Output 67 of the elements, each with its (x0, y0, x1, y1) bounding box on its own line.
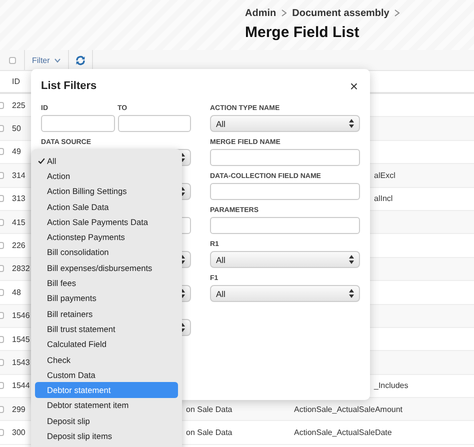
input-field[interactable] (118, 115, 191, 132)
table-cell: alExcl (374, 170, 396, 180)
column-header[interactable]: ID (12, 77, 20, 86)
breadcrumb-link[interactable]: Document assembly (292, 8, 390, 18)
close-button[interactable]: × (348, 79, 360, 93)
table-cell-text: 1544 (12, 381, 31, 390)
dropdown-option[interactable]: Actionstep Payments (35, 229, 178, 245)
refresh-icon (74, 54, 86, 66)
sort-arrows-icon (349, 255, 354, 264)
dropdown-option[interactable]: Action Billing Settings (35, 184, 178, 199)
input-field[interactable] (41, 115, 114, 132)
dropdown-option[interactable]: All (35, 153, 178, 168)
dropdown-option[interactable]: Custom Data (35, 367, 178, 382)
chevron-right-icon (394, 9, 400, 17)
dropdown-option[interactable]: Bill payments (35, 290, 178, 306)
select-field[interactable]: All (210, 115, 360, 132)
table-cell-text: 48 (12, 288, 22, 297)
dropdown-option[interactable]: Calculated Field (35, 336, 178, 352)
sort-arrows-icon (180, 255, 185, 264)
table-cell-text: 1546 (12, 311, 31, 320)
table-cell-text: 299 (12, 404, 26, 414)
select-field[interactable]: All (210, 251, 360, 268)
input-field[interactable] (210, 149, 360, 166)
sort-arrows-icon (349, 289, 354, 298)
dropdown-option[interactable]: Bill retainers (35, 306, 178, 322)
input-field[interactable] (210, 217, 360, 234)
sort-arrows-icon (349, 119, 354, 128)
dropdown-option[interactable]: Action Sale Data (35, 198, 178, 214)
dropdown-option[interactable]: Bill trust statement (35, 321, 178, 337)
dropdown-option[interactable]: Deposit slip (35, 413, 178, 428)
table-cell-text: 300 (12, 428, 26, 438)
table-cell: _Includes (374, 381, 408, 390)
table-cell-text: on Sale Data (186, 404, 234, 414)
input-field[interactable] (210, 183, 360, 200)
table-cell: alIncl (374, 194, 393, 204)
table-cell-text: 1545 (12, 334, 31, 344)
dropdown-option[interactable]: Action (35, 168, 178, 184)
dropdown-option[interactable]: Deposit slip items (35, 428, 178, 444)
dialog-title: List Filters (41, 80, 97, 92)
dropdown-option[interactable]: Bill expenses/disbursements (35, 260, 178, 276)
chevron-right-icon (281, 9, 288, 17)
table-cell-text: 313 (12, 194, 26, 204)
sort-arrows-icon (180, 153, 185, 162)
sort-arrows-icon (180, 187, 185, 196)
dropdown-option[interactable]: Debtor statement item (35, 398, 178, 414)
table-cell: ActionSale_ActualSaleAmount (294, 404, 403, 414)
select-field[interactable]: All (210, 285, 360, 302)
checkbox[interactable] (8, 56, 16, 64)
table-cell-text: 415 (12, 218, 26, 227)
chevron-down-icon (54, 58, 61, 62)
table-cell-text: 1543 (12, 358, 31, 367)
dropdown-option[interactable]: Action Sale Payments Data (35, 214, 178, 230)
table-cell-text: 50 (12, 124, 22, 134)
breadcrumb-link[interactable]: Admin (245, 8, 276, 18)
dropdown-option[interactable]: Check (35, 352, 178, 368)
sort-arrows-icon (180, 323, 185, 332)
table-cell-text: 2832 (12, 264, 31, 274)
page-title: Merge Field List (245, 24, 360, 41)
table-cell: ActionSale_ActualSaleDate (294, 428, 392, 438)
table-cell-text: 49 (12, 147, 22, 156)
sort-arrows-icon (180, 289, 185, 298)
table-cell-text: 226 (12, 241, 26, 250)
table-cell-text: 314 (12, 170, 26, 180)
table-cell-text: on Sale Data (186, 428, 234, 438)
dropdown-option[interactable]: Bill fees (35, 275, 178, 291)
table-cell-text: 225 (12, 100, 26, 110)
dropdown-option[interactable]: Bill consolidation (35, 244, 178, 260)
